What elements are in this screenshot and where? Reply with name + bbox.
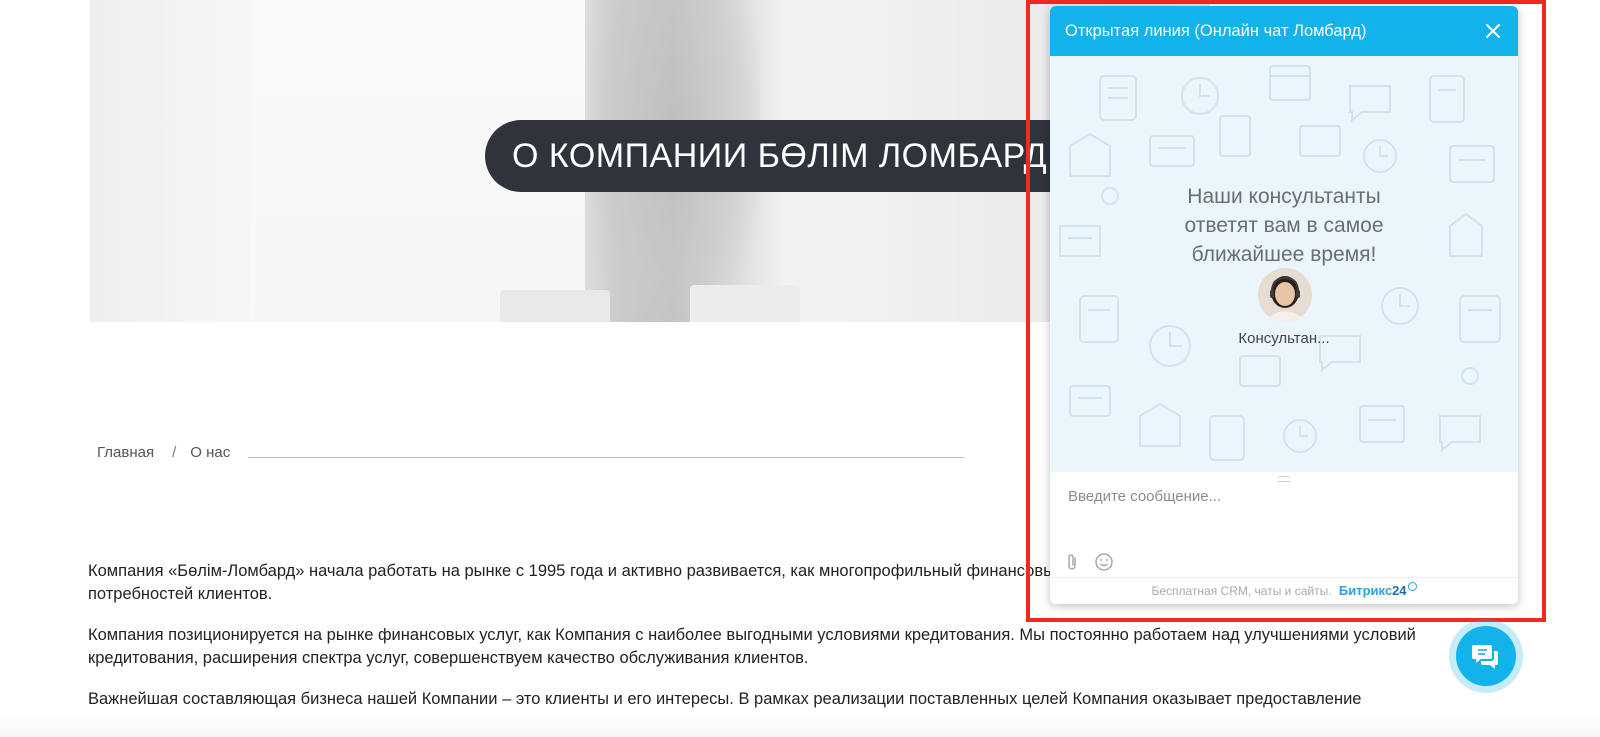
- page-title: О КОМПАНИИ БӨЛІМ ЛОМБАРД: [485, 120, 1105, 192]
- operator-name: Консультан...: [1238, 330, 1330, 347]
- breadcrumb-separator: /: [172, 444, 177, 461]
- message-input[interactable]: [1066, 486, 1500, 550]
- close-icon[interactable]: [1482, 20, 1504, 42]
- footer-text: Бесплатная CRM, чаты и сайты.: [1151, 584, 1332, 598]
- chat-body: Наши консультанты ответят вам в самое бл…: [1050, 56, 1518, 472]
- breadcrumb-home-link[interactable]: Главная: [97, 444, 154, 461]
- chat-bubbles-icon: [1472, 645, 1498, 669]
- open-chat-button[interactable]: [1449, 619, 1523, 693]
- article-paragraph: Компания позиционируется на рынке финанс…: [88, 626, 1416, 667]
- chat-input-area: [1050, 478, 1518, 578]
- chat-header: Открытая линия (Онлайн чат Ломбард): [1050, 6, 1518, 56]
- chat-title: Открытая линия (Онлайн чат Ломбард): [1065, 22, 1367, 40]
- breadcrumb-current: О нас: [190, 444, 231, 461]
- smile-icon[interactable]: [1094, 552, 1114, 572]
- chat-footer: Бесплатная CRM, чаты и сайты. Битрикс24: [1050, 577, 1518, 604]
- clock-icon: [1407, 582, 1417, 591]
- paperclip-icon[interactable]: [1064, 552, 1080, 572]
- breadcrumb-divider: [248, 457, 964, 458]
- breadcrumb: Главная / О нас: [97, 444, 230, 461]
- article-paragraph: Важнейшая составляющая бизнеса нашей Ком…: [88, 690, 1362, 708]
- avatar: [1258, 268, 1312, 322]
- chat-widget: Открытая линия (Онлайн чат Ломбард) Наши…: [1050, 6, 1518, 604]
- chat-welcome-message: Наши консультанты ответят вам в самое бл…: [1184, 185, 1384, 266]
- bitrix24-logo[interactable]: Битрикс24: [1339, 582, 1417, 598]
